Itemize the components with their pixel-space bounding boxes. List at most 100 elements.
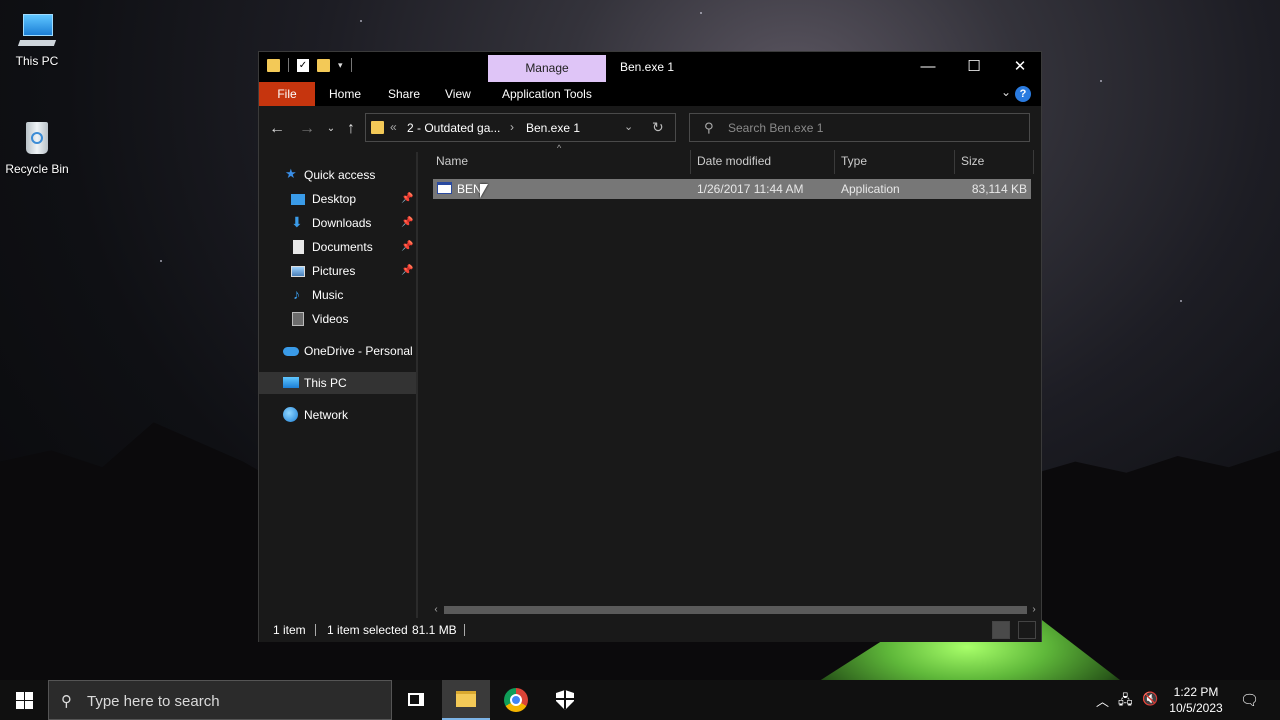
nav-item-downloads[interactable]: ⬇ Downloads 📌 [259,212,416,234]
window-title: Ben.exe 1 [620,60,675,74]
chrome-icon [504,688,528,712]
new-folder-icon[interactable] [317,58,330,72]
desktop-icon-recycle-bin[interactable]: Recycle Bin [0,118,74,176]
file-row[interactable]: BEN 1/26/2017 11:44 AM Application 83,11… [433,179,1031,199]
expand-ribbon-icon[interactable]: ⌄ [1001,85,1011,99]
search-input[interactable] [728,118,1018,138]
computer-icon [283,377,299,388]
scroll-right-icon[interactable]: › [1027,602,1041,618]
file-date: 1/26/2017 11:44 AM [697,182,804,196]
nav-item-music[interactable]: ♪ Music [259,284,416,306]
videos-icon [292,312,304,326]
taskbar-search[interactable]: ⚲ [48,680,392,720]
file-type: Application [841,182,900,196]
file-explorer-window: ✓ ▾ Manage Ben.exe 1 — ☐ ✕ File Home Sha… [258,51,1042,642]
desktop-folder-icon [291,194,305,205]
navigation-pane-splitter[interactable] [416,152,418,618]
start-button[interactable] [0,680,48,720]
taskbar-search-input[interactable] [87,691,377,711]
recycle-bin-icon [17,118,57,158]
nav-item-quick-access[interactable]: ★ Quick access [259,164,416,186]
tab-application-tools[interactable]: Application Tools [488,82,606,106]
forward-button[interactable]: → [296,118,318,140]
folder-icon [267,58,280,72]
pin-icon[interactable]: 📌 [401,260,413,282]
column-header-type[interactable]: Type [841,154,867,172]
desktop-icon-this-pc[interactable]: This PC [0,10,74,68]
music-icon: ♪ [293,286,300,302]
taskbar: ⚲ ︿ 🖧 🔇 1:22 PM 10/5/2023 🗨 [0,680,1280,720]
status-selected: 1 item selected [327,623,408,637]
tab-file[interactable]: File [259,82,315,106]
large-icons-view-button[interactable] [1018,621,1036,639]
pin-icon[interactable]: 📌 [401,188,413,210]
application-icon [437,182,452,194]
shield-icon [556,690,574,710]
help-icon[interactable]: ? [1015,86,1031,102]
recent-locations-button[interactable]: ⌄ [320,118,342,140]
column-header-size[interactable]: Size [961,154,984,172]
back-button[interactable]: ← [266,118,288,140]
tab-view[interactable]: View [431,82,485,106]
properties-icon[interactable]: ✓ [297,58,309,72]
nav-label: Videos [312,312,349,326]
system-clock[interactable]: 1:22 PM 10/5/2023 [1166,684,1226,716]
address-bar[interactable]: « 2 - Outdated ga... › Ben.exe 1 ⌄ ↻ [365,113,676,142]
ribbon-tabs: File Home Share View Application Tools ⌄… [259,82,1041,106]
taskbar-file-explorer[interactable] [442,680,490,720]
file-name: BEN [457,182,482,196]
breadcrumb-current[interactable]: Ben.exe 1 [526,121,580,135]
file-explorer-icon [456,691,476,707]
breadcrumb-separator-icon[interactable]: › [510,120,514,134]
tab-manage[interactable]: Manage [488,55,606,82]
clock-date: 10/5/2023 [1169,701,1223,715]
desktop-icon-label: This PC [15,54,59,68]
nav-item-videos[interactable]: Videos [259,308,416,330]
horizontal-scrollbar[interactable]: ‹ › [429,602,1041,618]
overflow-chevron-icon[interactable]: « [390,120,397,134]
tab-home[interactable]: Home [315,82,375,106]
notifications-icon[interactable]: 🗨 [1240,691,1259,709]
nav-item-documents[interactable]: Documents 📌 [259,236,416,258]
nav-item-onedrive[interactable]: OneDrive - Personal [259,340,416,362]
details-view-button[interactable] [992,621,1010,639]
content-area: ★ Quick access Desktop 📌 ⬇ Downloads 📌 D… [259,143,1041,618]
taskbar-security[interactable] [541,680,589,720]
tab-share[interactable]: Share [374,82,434,106]
taskbar-chrome[interactable] [492,680,540,720]
address-dropdown-icon[interactable]: ⌄ [624,120,633,133]
nav-item-desktop[interactable]: Desktop 📌 [259,188,416,210]
network-icon[interactable]: 🖧 [1118,691,1133,713]
title-bar: ✓ ▾ Manage Ben.exe 1 — ☐ ✕ [259,52,1041,82]
document-icon [293,240,304,254]
volume-muted-icon[interactable]: 🔇 [1142,691,1158,707]
up-button[interactable]: ↑ [340,118,362,140]
breadcrumb-parent[interactable]: 2 - Outdated ga... [407,121,500,135]
column-header-name[interactable]: Name [436,154,468,172]
nav-item-network[interactable]: Network [259,404,416,426]
show-hidden-icons-icon[interactable]: ︿ [1096,691,1109,710]
nav-label: Desktop [312,192,357,206]
close-button[interactable]: ✕ [997,52,1043,82]
scroll-left-icon[interactable]: ‹ [429,602,443,618]
nav-item-this-pc[interactable]: This PC [259,372,416,394]
nav-label: Network [304,408,349,422]
nav-item-pictures[interactable]: Pictures 📌 [259,260,416,282]
refresh-icon[interactable]: ↻ [652,119,664,136]
column-header-date-modified[interactable]: Date modified [697,154,771,172]
scrollbar-thumb[interactable] [444,606,1027,614]
file-size: 83,114 KB [971,182,1027,196]
quick-access-toolbar: ✓ ▾ [267,58,352,72]
pin-icon[interactable]: 📌 [401,236,413,258]
nav-label: Pictures [312,264,356,278]
search-box[interactable]: ⚲ [689,113,1030,142]
customize-toolbar-icon[interactable]: ▾ [338,60,343,71]
folder-icon [371,121,384,134]
task-view-button[interactable] [392,680,440,720]
minimize-button[interactable]: — [905,52,951,82]
file-list: ^ Name Date modified Type Size BEN 1/26/… [429,143,1041,618]
nav-label: Downloads [312,216,372,230]
maximize-button[interactable]: ☐ [951,52,997,82]
navigation-pane: ★ Quick access Desktop 📌 ⬇ Downloads 📌 D… [259,152,416,618]
pin-icon[interactable]: 📌 [401,212,413,234]
